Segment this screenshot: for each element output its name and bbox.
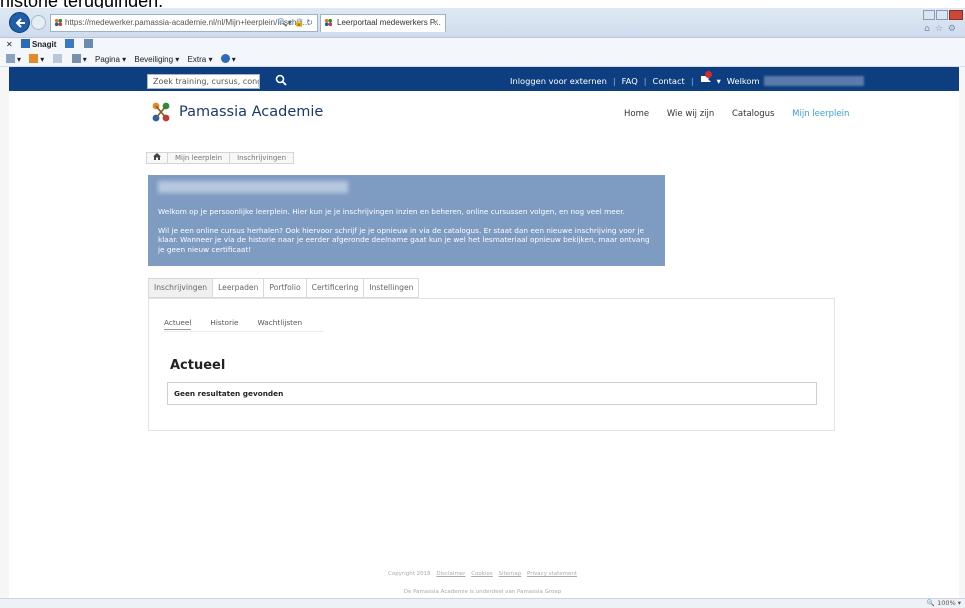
- back-arrow-icon: [15, 18, 25, 28]
- footer-links: Copyright 2018 Disclaimer Cookies Sitema…: [0, 571, 965, 577]
- welcome-text-2: Wil je een online cursus herhalen? Ook h…: [158, 225, 650, 254]
- site-logo[interactable]: Pamassia Academie: [150, 101, 323, 123]
- zoom-level[interactable]: 🔍 100% ▾: [927, 599, 961, 608]
- snagit-icon: [20, 39, 30, 48]
- back-button[interactable]: [9, 12, 30, 33]
- nav-catalogus[interactable]: Catalogus: [732, 109, 774, 119]
- main-nav: Home Wie wij zijn Catalogus Mijn leerple…: [624, 109, 864, 119]
- user-full-name-redacted: [158, 181, 348, 193]
- logo-text: Pamassia Academie: [179, 104, 324, 120]
- pagina-menu[interactable]: Pagina ▾: [95, 55, 126, 64]
- login-external-link[interactable]: Inloggen voor externen: [510, 76, 607, 86]
- tab-inschrijvingen[interactable]: Inschrijvingen: [148, 278, 214, 298]
- browser-status-bar: 🔍 100% ▾: [0, 598, 965, 608]
- search-icon[interactable]: [275, 74, 287, 86]
- snagit-button[interactable]: Snagit: [20, 39, 56, 49]
- forward-button[interactable]: [31, 15, 46, 30]
- notifications-flag-icon[interactable]: [700, 71, 714, 86]
- extra-menu[interactable]: Extra ▾: [188, 55, 213, 64]
- tab-title: Leerportaal medewerkers P...: [337, 18, 441, 27]
- nav-wie-wij-zijn[interactable]: Wie wij zijn: [667, 109, 714, 119]
- footer-copyright: Copyright 2018: [387, 571, 431, 577]
- capture-icon[interactable]: [64, 39, 76, 49]
- top-links: Inloggen voor externen | FAQ | Contact |…: [510, 71, 864, 86]
- address-actions-icon[interactable]: 🔍▾ 🔒 ↻: [278, 15, 313, 31]
- tab-portfolio[interactable]: Portfolio: [263, 278, 307, 298]
- tab-favicon-icon: [324, 18, 333, 27]
- edit-icon[interactable]: [83, 39, 95, 49]
- nav-home[interactable]: Home: [624, 109, 649, 119]
- user-name-redacted[interactable]: [763, 75, 864, 86]
- browser-right-icons[interactable]: ⌂☆⚙: [924, 24, 961, 34]
- subtab-wachtlijsten[interactable]: Wachtlijsten: [258, 318, 303, 330]
- page-margin-left: [0, 67, 9, 598]
- breadcrumb: Mijn leerplein Inschrijvingen: [146, 152, 295, 164]
- print-icon[interactable]: ▾: [71, 54, 87, 64]
- section-title: Actueel: [170, 358, 226, 373]
- feeds-icon[interactable]: ▾: [29, 54, 44, 64]
- site-favicon-icon: [54, 18, 63, 27]
- contact-link[interactable]: Contact: [653, 76, 685, 86]
- window-controls: [923, 10, 963, 20]
- toolbar-row-1: ✕ Snagit: [0, 38, 965, 52]
- chevron-down-icon[interactable]: ▾: [717, 76, 721, 86]
- subtab-divider: [164, 331, 324, 332]
- footer-note: De Pamassia Academie is onderdeel van Pa…: [403, 589, 562, 595]
- tab-leerpaden[interactable]: Leerpaden: [212, 278, 265, 298]
- address-bar[interactable]: https://medewerker.pamassia-academie.nl/…: [50, 14, 318, 32]
- pamassia-logo-icon: [152, 102, 170, 122]
- footer-sitemap-link[interactable]: Sitemap: [499, 571, 522, 577]
- breadcrumb-inschrijvingen[interactable]: Inschrijvingen: [229, 152, 295, 164]
- footer-disclaimer-link[interactable]: Disclaimer: [436, 571, 465, 577]
- address-url: https://medewerker.pamassia-academie.nl/…: [65, 18, 310, 27]
- page-margin-right: [959, 67, 965, 598]
- search-input[interactable]: Zoek training, cursus, congr: [147, 74, 260, 89]
- mail-icon[interactable]: [52, 54, 64, 64]
- breadcrumb-mijn-leerplein[interactable]: Mijn leerplein: [167, 152, 231, 164]
- welcome-box: Welkom op je persoonlijke leerplein. Hie…: [148, 175, 665, 266]
- faq-link[interactable]: FAQ: [622, 76, 638, 86]
- help-menu[interactable]: ▾: [220, 54, 242, 64]
- minimize-button[interactable]: [923, 10, 935, 20]
- subtab-historie[interactable]: Historie: [210, 318, 238, 330]
- breadcrumb-home-icon[interactable]: [146, 152, 168, 164]
- toolbar-close-icon[interactable]: ✕: [6, 40, 13, 49]
- maximize-button[interactable]: [936, 10, 948, 20]
- main-tabs: Inschrijvingen Leerpaden Portfolio Certi…: [148, 278, 420, 298]
- nav-mijn-leerplein[interactable]: Mijn leerplein: [792, 109, 849, 119]
- tab-close-icon[interactable]: ✕: [432, 15, 439, 31]
- tab-certificering[interactable]: Certificering: [305, 278, 365, 298]
- footer-cookies-link[interactable]: Cookies: [471, 571, 493, 577]
- welcome-text-1: Welkom op je persoonlijke leerplein. Hie…: [158, 207, 625, 216]
- sub-tabs: Actueel Historie Wachtlijsten: [164, 318, 321, 330]
- subtab-actueel[interactable]: Actueel: [164, 318, 192, 330]
- toolbar-row-2: ▾ ▾ ▾ Pagina ▾ Beveiliging ▾ Extra ▾ ▾: [0, 52, 965, 67]
- browser-tab[interactable]: Leerportaal medewerkers P... ✕: [320, 14, 446, 32]
- home-page-icon[interactable]: ▾: [6, 54, 21, 64]
- empty-result-message: Geen resultaten gevonden: [167, 382, 817, 405]
- welkom-label[interactable]: Welkom: [727, 76, 760, 86]
- window-close-button[interactable]: [949, 10, 963, 20]
- beveiliging-menu[interactable]: Beveiliging ▾: [134, 55, 179, 64]
- tab-instellingen[interactable]: Instellingen: [363, 278, 420, 298]
- footer-privacy-link[interactable]: Privacy statement: [527, 571, 577, 577]
